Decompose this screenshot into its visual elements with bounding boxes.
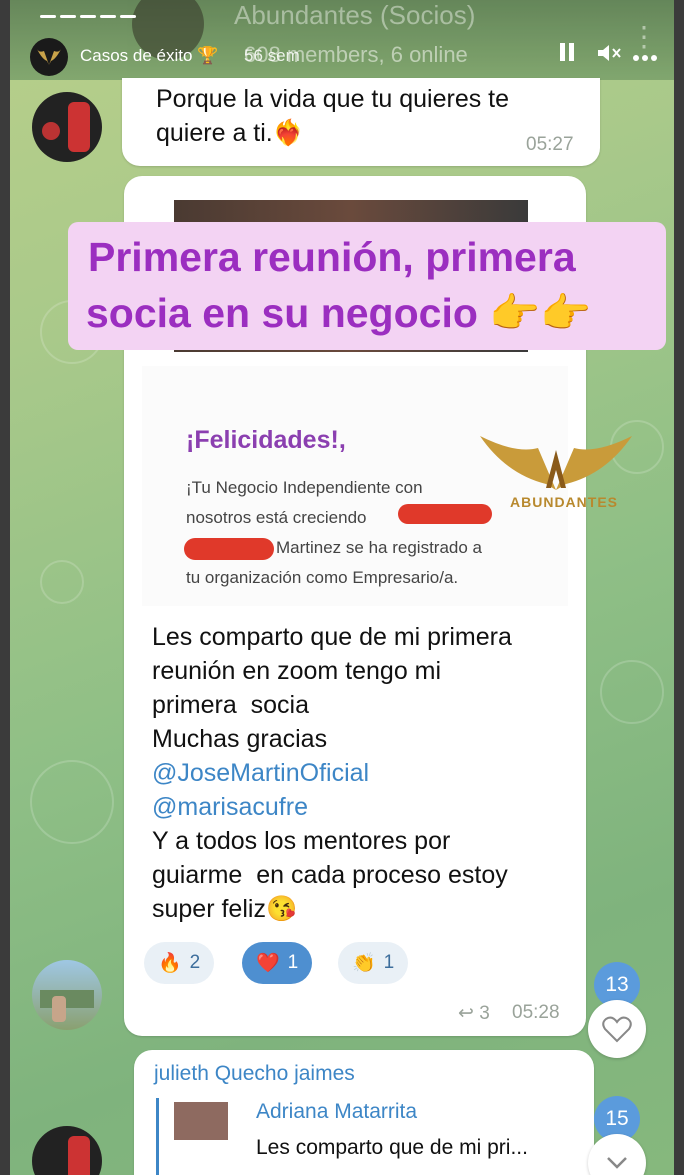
chat-title[interactable]: Abundantes (Socios): [234, 0, 475, 31]
sender-avatar[interactable]: [32, 960, 102, 1030]
progress-segment: [120, 15, 136, 18]
message-text: Porque la vida que tu quieres te quiere …: [156, 85, 510, 147]
mute-icon[interactable]: [596, 42, 622, 70]
sender-avatar[interactable]: [32, 92, 102, 162]
golden-wings-logo-icon: [480, 436, 632, 490]
progress-segment: [80, 15, 96, 18]
reaction-count: 1: [383, 952, 395, 973]
heart-icon: ❤️: [256, 953, 280, 974]
fire-icon: 🔥: [158, 953, 182, 974]
message-text: Les comparto que de mi primera reunión e…: [152, 623, 512, 753]
chevron-down-icon: [607, 1157, 627, 1169]
reaction-count: 1: [287, 952, 299, 973]
progress-segment: [60, 15, 76, 18]
wings-logo-icon: [37, 49, 61, 65]
story-progress: [40, 15, 136, 18]
reply-thumbnail: [174, 1102, 228, 1140]
document-line: nosotros está creciendo: [186, 508, 367, 527]
sender-name[interactable]: julieth Quecho jaimes: [154, 1062, 355, 1086]
scroll-down-button[interactable]: [588, 1134, 646, 1175]
reaction-clap[interactable]: 👏 1: [338, 942, 409, 984]
message-time: 05:28: [512, 1002, 560, 1023]
story-avatar[interactable]: [30, 38, 68, 76]
reaction-count: 2: [189, 952, 201, 973]
story-timestamp: 56 sem: [244, 46, 300, 65]
background-doodle: [30, 760, 114, 844]
reply-bar: [156, 1098, 159, 1175]
abundantes-logo: ABUNDANTES: [476, 430, 636, 516]
caption-line: socia en su negocio 👉👉: [86, 290, 592, 336]
heart-outline-icon: [602, 1016, 632, 1043]
caption-line: Primera reunión, primera: [88, 234, 576, 280]
mention-link[interactable]: @JoseMartinOficial: [152, 756, 369, 790]
caption-overlay: Primera reunión, primera socia en su neg…: [68, 222, 666, 350]
reaction-heart[interactable]: ❤️ 1: [242, 942, 313, 984]
document-line: ¡Tu Negocio Independiente con: [186, 478, 423, 497]
message-text: Y a todos los mentores por guiarme en ca…: [152, 827, 508, 923]
sender-avatar[interactable]: [32, 1126, 102, 1175]
message-bubble[interactable]: julieth Quecho jaimes Adriana Matarrita …: [134, 1050, 594, 1175]
story-top-bar: Casos de éxito 🏆 56 sem: [30, 38, 674, 78]
reply-author[interactable]: Adriana Matarrita: [256, 1100, 417, 1124]
more-options-icon[interactable]: [632, 42, 658, 68]
message-time: 05:27: [526, 134, 574, 155]
document-line: Martinez se ha registrado a: [276, 538, 482, 557]
pointing-hand-icon: 👉👉: [489, 290, 592, 336]
background-doodle: [40, 560, 84, 604]
story-account-name[interactable]: Casos de éxito 🏆: [80, 46, 218, 66]
story-frame: Abundantes (Socios) 608 members, 6 onlin…: [10, 0, 674, 1175]
progress-segment: [100, 15, 116, 18]
clap-icon: 👏: [352, 953, 376, 974]
forward-count: ↩ 3: [458, 1003, 490, 1024]
redaction-mark: [184, 538, 274, 560]
progress-segment: [40, 15, 56, 18]
mention-link[interactable]: @marisacufre: [152, 790, 308, 824]
logo-text: ABUNDANTES: [510, 494, 618, 510]
reply-snippet[interactable]: Les comparto que de mi pri...: [256, 1136, 528, 1160]
reply-arrow-icon: ↩: [458, 1003, 474, 1024]
background-doodle: [600, 660, 664, 724]
document-line: tu organización como Empresario/a.: [186, 568, 459, 587]
pause-icon[interactable]: [558, 42, 576, 68]
message-bubble[interactable]: Porque la vida que tu quieres te quiere …: [122, 78, 600, 166]
document-heading: ¡Felicidades!,: [186, 426, 346, 454]
reaction-fire[interactable]: 🔥 2: [144, 942, 215, 984]
like-button[interactable]: [588, 1000, 646, 1058]
